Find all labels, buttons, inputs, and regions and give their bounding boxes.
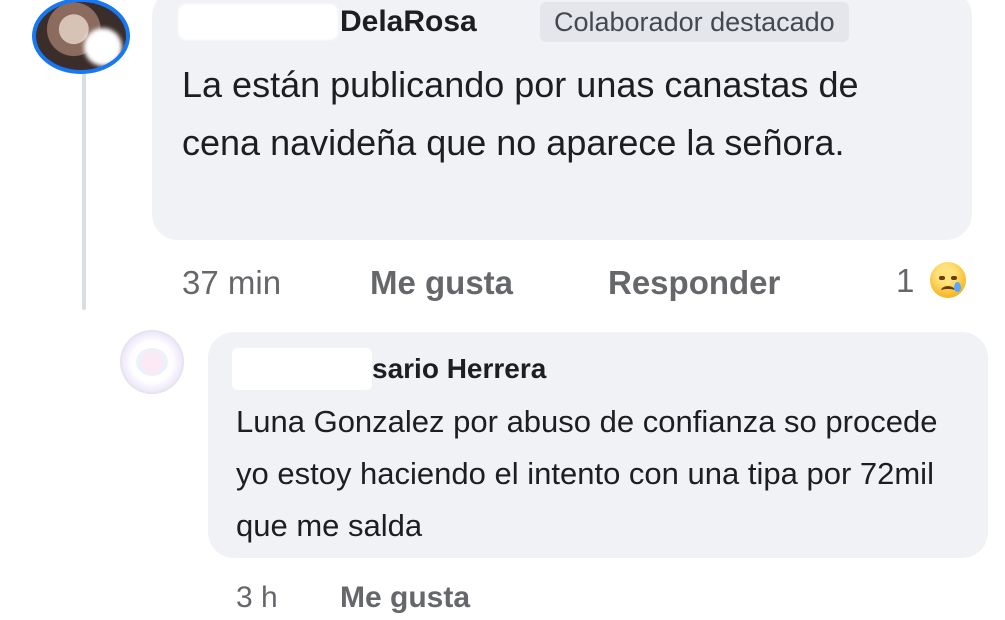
reply-button[interactable]: Responder <box>608 260 780 306</box>
emoji-eye-left <box>939 276 945 280</box>
reply-like-button[interactable]: Me gusta <box>340 576 470 620</box>
like-button[interactable]: Me gusta <box>370 260 513 306</box>
reply-avatar[interactable] <box>120 330 184 394</box>
comment-text: La están publicando por unas canastas de… <box>182 64 859 163</box>
avatar-blur <box>84 28 122 66</box>
emoji-eye-right <box>951 276 957 280</box>
reply-text: Luna Gonzalez por abuso de confianza so … <box>236 404 938 543</box>
reply-time[interactable]: 3 h <box>236 576 278 620</box>
status-badge: Colaborador destacado <box>540 2 849 42</box>
reply-avatar-image <box>136 348 168 376</box>
emoji-tear <box>954 282 961 292</box>
sad-tear-emoji-icon[interactable] <box>930 262 966 298</box>
redacted-name-area <box>232 348 372 390</box>
redacted-name-area <box>178 4 338 40</box>
reply-author-name[interactable]: sario Herrera <box>372 348 546 390</box>
reaction-count[interactable]: 1 <box>896 258 914 304</box>
comment-time[interactable]: 37 min <box>182 260 281 306</box>
emoji-mouth <box>941 286 955 295</box>
avatar[interactable] <box>32 0 130 74</box>
thread-line <box>82 70 86 310</box>
